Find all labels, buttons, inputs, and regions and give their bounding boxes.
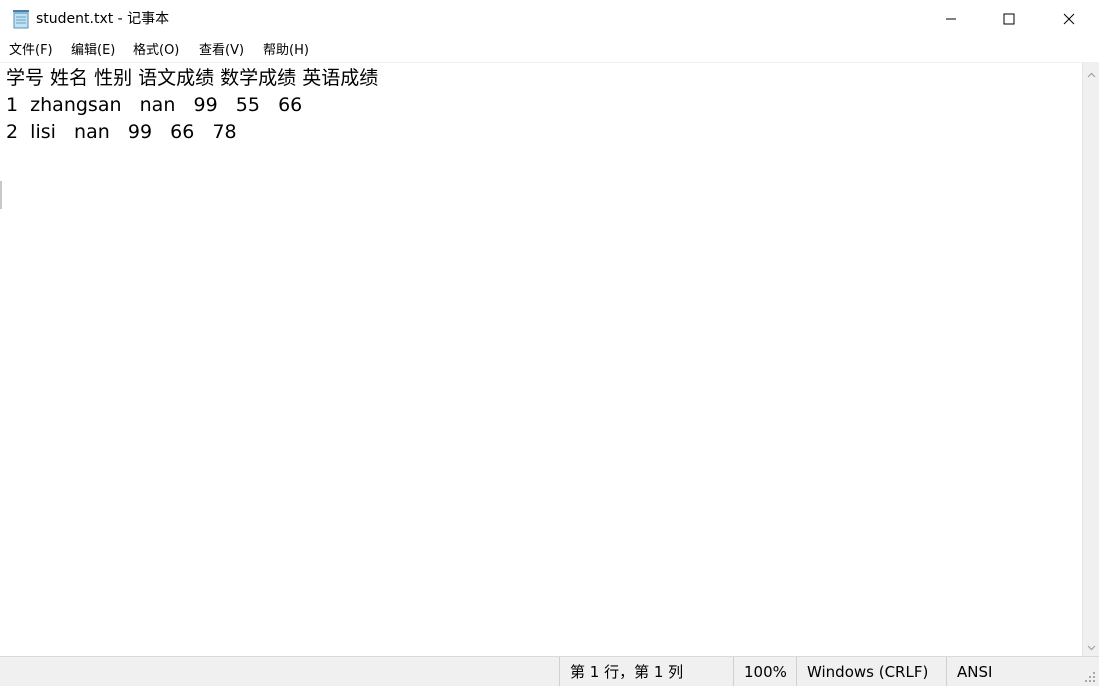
close-icon: [1063, 13, 1075, 25]
menu-bar: 文件(F) 编辑(E) 格式(O) 查看(V) 帮助(H): [0, 38, 1099, 62]
menu-help[interactable]: 帮助(H): [263, 42, 309, 59]
text-line-header: 学号 姓名 性别 语文成绩 数学成绩 英语成绩: [6, 67, 379, 89]
menu-file[interactable]: 文件(F): [9, 42, 53, 59]
menu-edit[interactable]: 编辑(E): [71, 42, 115, 59]
menu-format[interactable]: 格式(O): [133, 42, 179, 59]
line-ending: Windows (CRLF): [796, 657, 946, 686]
scroll-up-button[interactable]: [1083, 64, 1099, 81]
minimize-button[interactable]: [922, 0, 980, 38]
chevron-down-icon: [1087, 636, 1096, 655]
maximize-icon: [1003, 13, 1015, 25]
notepad-icon: [12, 9, 30, 29]
maximize-button[interactable]: [980, 0, 1038, 38]
encoding: ANSI: [946, 657, 1082, 686]
close-button[interactable]: [1039, 0, 1099, 38]
title-bar[interactable]: student.txt - 记事本: [0, 0, 1099, 38]
text-line: 1 zhangsan nan 99 55 66: [6, 94, 303, 116]
text-line: 2 lisi nan 99 66 78: [6, 121, 237, 143]
scroll-down-button[interactable]: [1083, 637, 1099, 654]
zoom-level: 100%: [733, 657, 796, 686]
vertical-scrollbar[interactable]: [1082, 62, 1099, 656]
cursor-position: 第 1 行，第 1 列: [559, 657, 733, 686]
minimize-icon: [945, 13, 957, 25]
status-bar: 第 1 行，第 1 列 100% Windows (CRLF) ANSI: [0, 656, 1099, 686]
resize-grip-icon[interactable]: [1083, 669, 1097, 683]
menu-view[interactable]: 查看(V): [199, 42, 244, 59]
text-editor[interactable]: 学号 姓名 性别 语文成绩 数学成绩 英语成绩 1 zhangsan nan 9…: [0, 62, 1082, 656]
left-edge-marker: [0, 181, 2, 209]
chevron-up-icon: [1087, 63, 1096, 82]
window-title: student.txt - 记事本: [36, 11, 170, 27]
